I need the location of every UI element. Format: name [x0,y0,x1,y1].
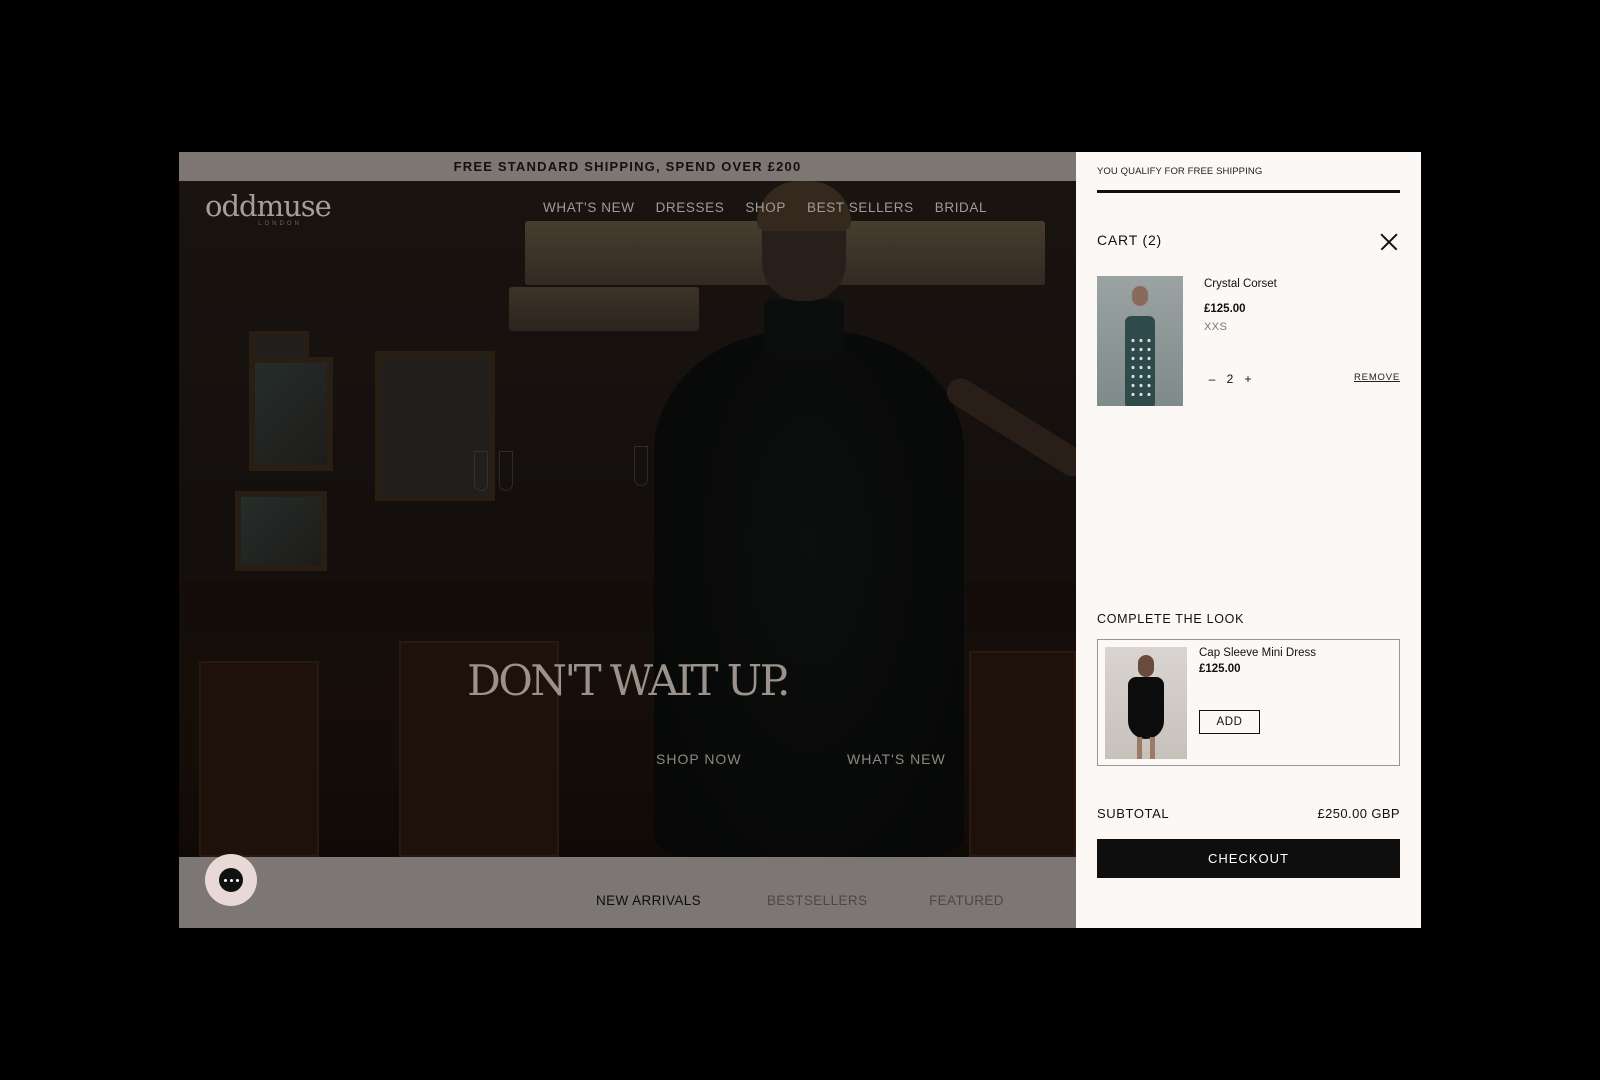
nav-best-sellers[interactable]: BEST SELLERS [807,200,914,215]
item-price: £125.00 [1204,303,1246,315]
brand-wordmark: oddmuse [205,189,332,223]
shop-now-link[interactable]: SHOP NOW [656,751,742,767]
free-shipping-progress [1097,190,1400,193]
nav-dresses[interactable]: DRESSES [656,200,725,215]
whats-new-link[interactable]: WHAT'S NEW [847,751,946,767]
subtotal-label: SUBTOTAL [1097,806,1170,821]
checkout-button[interactable]: CHECKOUT [1097,839,1400,878]
announcement-bar: FREE STANDARD SHIPPING, SPEND OVER £200 [179,152,1076,181]
browser-viewport: FREE STANDARD SHIPPING, SPEND OVER £200 [179,152,1421,928]
free-shipping-message: YOU QUALIFY FOR FREE SHIPPING [1097,166,1263,177]
tab-bestsellers[interactable]: BESTSELLERS [767,893,867,908]
cart-drawer: YOU QUALIFY FOR FREE SHIPPING CART (2) C… [1076,152,1421,928]
item-name[interactable]: Crystal Corset [1204,278,1277,290]
complete-the-look-title: COMPLETE THE LOOK [1097,612,1245,626]
site-header: oddmuse LONDON WHAT'S NEW DRESSES SHOP B… [179,181,1076,237]
product-thumbnail[interactable] [1097,276,1183,406]
tab-new-arrivals[interactable]: NEW ARRIVALS [596,893,701,908]
item-size: XXS [1204,321,1228,333]
recommendation-card: Cap Sleeve Mini Dress £125.00 ADD [1097,639,1400,766]
nav-whats-new[interactable]: WHAT'S NEW [543,200,635,215]
add-button[interactable]: ADD [1199,710,1260,734]
quantity-value: 2 [1226,372,1234,386]
store-page: FREE STANDARD SHIPPING, SPEND OVER £200 [179,152,1076,928]
hero-title: DON'T WAIT UP. [467,656,790,705]
recommendation-name[interactable]: Cap Sleeve Mini Dress [1199,647,1316,659]
free-shipping-progress-fill [1097,190,1400,193]
nav-shop[interactable]: SHOP [745,200,786,215]
cart-title: CART (2) [1097,232,1163,248]
product-tabs: NEW ARRIVALS BESTSELLERS FEATURED [179,857,1076,928]
main-nav: WHAT'S NEW DRESSES SHOP BEST SELLERS BRI… [543,200,1008,215]
brand-logo[interactable]: oddmuse LONDON [205,189,335,227]
subtotal-value: £250.00 GBP [1317,806,1400,821]
recommendation-price: £125.00 [1199,663,1241,675]
recommendation-thumbnail[interactable] [1105,647,1187,759]
quantity-stepper: – 2 + [1204,372,1256,386]
chat-button[interactable] [205,854,257,906]
minus-icon[interactable]: – [1204,372,1220,386]
chat-bubble-icon [219,868,243,892]
close-icon[interactable] [1378,231,1400,253]
tab-featured[interactable]: FEATURED [929,893,1004,908]
plus-icon[interactable]: + [1240,372,1256,386]
nav-bridal[interactable]: BRIDAL [935,200,987,215]
cart-line-item: Crystal Corset £125.00 XXS – 2 + REMOVE [1097,276,1400,406]
remove-link[interactable]: REMOVE [1354,372,1400,383]
